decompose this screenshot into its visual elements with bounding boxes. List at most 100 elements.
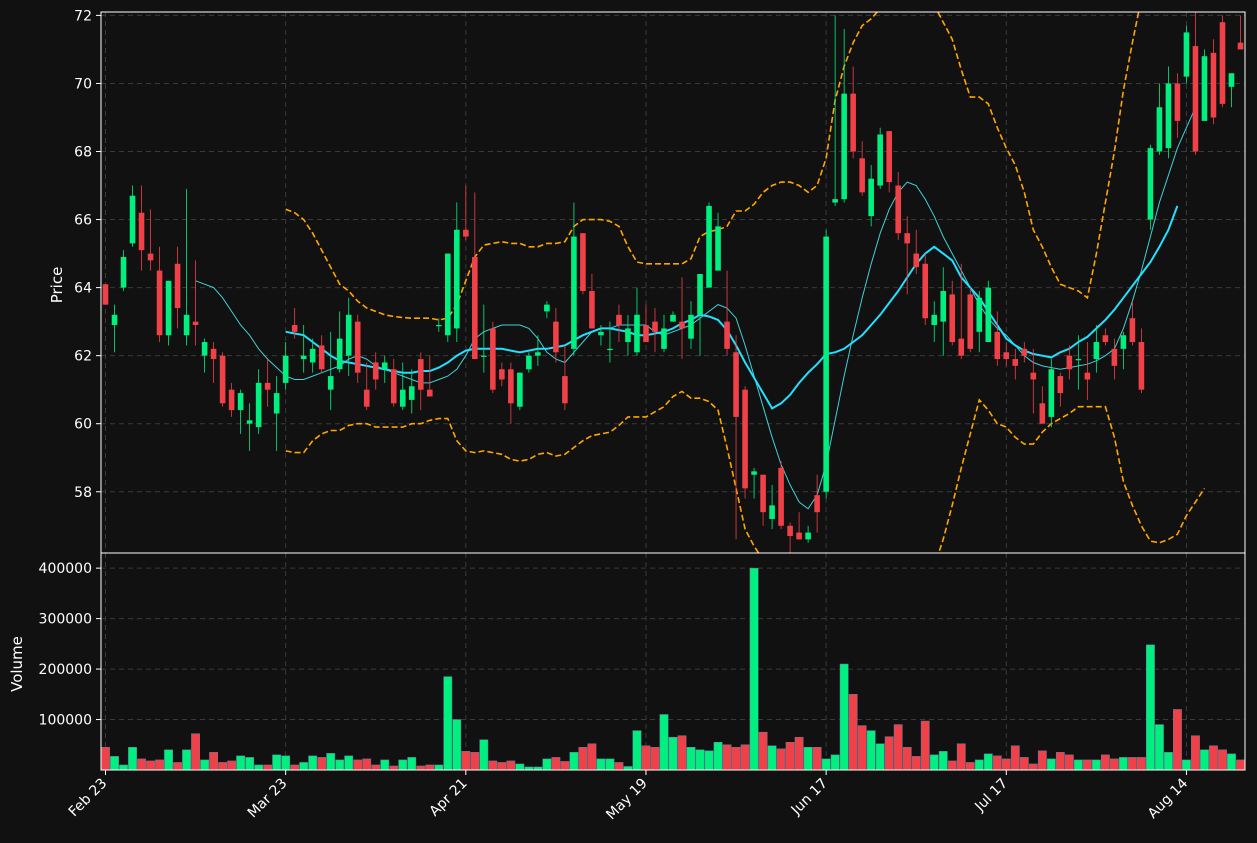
volume-bar [137,758,146,771]
volume-bar [398,759,408,771]
volume-bar [704,750,714,771]
volume-bar [668,736,678,771]
volume-bar [803,747,813,771]
candle-body [282,355,289,383]
candle-body [652,321,658,332]
candle-body [571,236,577,349]
volume-bar [164,749,173,771]
volume-bar [479,739,489,771]
candle-body [1201,56,1208,121]
volume-bar [596,758,606,771]
candle-body [715,226,721,271]
volume-tick-label: 400000 [39,561,92,577]
candle-body [1237,42,1244,50]
candle-body [147,253,154,261]
volume-bar [281,755,291,771]
volume-bar [974,759,984,771]
volume-bar [497,762,507,771]
candle-body [841,93,847,200]
candle-body [102,284,109,305]
candle-body [436,325,442,327]
candle-body [769,505,775,519]
candle-body [327,376,334,390]
candle-body [499,369,505,380]
volume-bar [569,752,579,771]
candle-body [318,345,325,370]
volume-bar [785,741,795,771]
volume-bar [632,730,642,771]
candle-body [463,229,469,237]
candle-body [1093,342,1100,360]
volume-bar [857,725,867,771]
candle-body [994,331,1001,360]
candle-body [454,229,460,329]
candle-body [1030,372,1037,380]
volume-bar [848,694,858,771]
candle-body [724,321,730,349]
volume-bar [470,752,480,771]
candle-body [445,253,451,336]
volume-bar [452,719,462,771]
volume-bar [1137,757,1146,771]
volume-bar [416,765,426,771]
volume-bar [263,764,273,771]
price-tick-label: 64 [74,281,92,297]
volume-bar [1182,759,1191,771]
candle-body [589,291,595,329]
volume-bar [956,743,966,771]
candle-body [1048,369,1055,417]
candle-body [661,328,667,349]
candle-body [886,131,892,183]
candle-body [904,233,910,244]
volume-bar [677,735,687,771]
candle-body [129,195,136,244]
volume-bar [146,760,155,771]
candle-body [679,321,685,329]
volume-bar [191,733,200,771]
volume-bar [209,752,218,771]
volume-bar [1046,758,1056,771]
volume-bar [1064,754,1074,771]
candle-body [192,321,199,326]
candle-body [625,328,631,343]
volume-bar [821,758,831,771]
candle-body [1066,355,1073,370]
volume-bar [1037,750,1047,771]
candle-body [372,362,379,380]
candle-body [354,321,361,373]
candle-body [237,393,244,411]
candle-body [823,236,829,492]
candle-body [481,355,487,357]
volume-bar [1010,745,1020,771]
volume-bar [650,747,660,771]
volume-bar [992,755,1002,771]
candle-body [787,525,793,536]
volume-bar [965,762,975,771]
volume-bar [407,757,417,771]
candle-body [1228,73,1235,87]
candle-body [958,338,965,356]
volume-bar [362,758,372,771]
price-tick-label: 68 [74,145,92,161]
candle-body [399,389,406,407]
volume-bar [425,764,435,771]
candle-body [1165,83,1172,149]
candle-body [931,314,938,326]
volume-bar [1082,759,1092,771]
price-axis-title: Price [48,267,66,304]
candle-body [1102,335,1109,343]
volume-bar [155,759,164,771]
candle-body [363,389,370,407]
volume-bar [578,747,588,771]
candle-body [1219,22,1226,104]
candle-body [733,352,739,417]
volume-bar [110,756,119,771]
candle-body [985,287,992,343]
candle-body [805,532,811,540]
candle-body [381,362,388,370]
candle-body [751,471,757,475]
candle-body [877,134,883,186]
candle-body [336,338,343,370]
candle-body [120,256,127,288]
candle-body [535,352,541,356]
